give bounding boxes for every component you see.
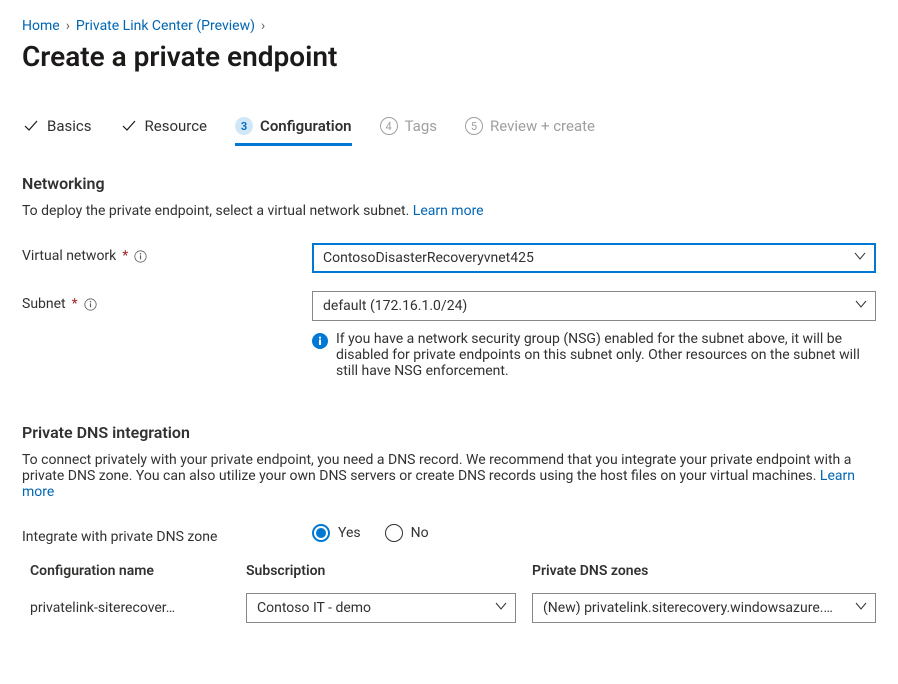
chevron-down-icon [855,298,867,314]
dns-zone-select[interactable]: (New) privatelink.siterecovery.windowsaz… [532,593,876,623]
section-dns-desc: To connect privately with your private e… [22,452,876,500]
required-asterisk: * [122,248,128,264]
col-subscription: Subscription [246,563,516,579]
virtual-network-value: ContosoDisasterRecoveryvnet425 [323,250,534,266]
step-label: Tags [405,117,437,135]
step-label: Basics [47,117,92,135]
virtual-network-select[interactable]: ContosoDisasterRecoveryvnet425 [312,243,876,273]
config-name-value: privatelink-siterecover… [30,600,230,616]
page-title: Create a private endpoint [22,40,876,73]
check-icon [120,117,138,135]
step-number-badge: 4 [380,117,398,135]
dns-table-header: Configuration name Subscription Private … [30,563,876,593]
step-number-badge: 3 [235,117,253,135]
step-tags[interactable]: 4 Tags [380,117,437,145]
section-networking-heading: Networking [22,174,876,193]
integrate-dns-yes[interactable]: Yes [312,524,361,542]
wizard-steps: Basics Resource 3 Configuration 4 Tags 5… [22,117,876,146]
subscription-select[interactable]: Contoso IT - demo [246,593,516,623]
nsg-note: If you have a network security group (NS… [312,331,876,379]
integrate-dns-label: Integrate with private DNS zone [22,524,312,545]
col-config-name: Configuration name [30,563,230,579]
breadcrumb-private-link-center[interactable]: Private Link Center (Preview) [76,18,255,34]
step-basics[interactable]: Basics [22,117,92,145]
section-dns-heading: Private DNS integration [22,423,876,442]
learn-more-networking-link[interactable]: Learn more [413,203,484,219]
info-icon[interactable] [134,250,147,263]
col-dns-zones: Private DNS zones [532,563,876,579]
section-networking-desc: To deploy the private endpoint, select a… [22,203,876,219]
integrate-dns-radio-group: Yes No [312,524,876,542]
chevron-down-icon [495,600,507,616]
subnet-label: Subnet * [22,291,312,312]
step-label: Review + create [490,117,595,135]
step-number-badge: 5 [465,117,483,135]
check-icon [22,117,40,135]
radio-icon [385,524,403,542]
radio-icon [312,524,330,542]
subnet-value: default (172.16.1.0/24) [323,298,467,314]
info-icon[interactable] [84,298,97,311]
step-configuration[interactable]: 3 Configuration [235,117,352,145]
virtual-network-label: Virtual network * [22,243,312,264]
step-review-create[interactable]: 5 Review + create [465,117,595,145]
breadcrumb: Home › Private Link Center (Preview) › [22,18,876,34]
step-resource[interactable]: Resource [120,117,208,145]
chevron-right-icon: › [66,18,70,34]
required-asterisk: * [72,296,78,312]
dns-table-row: privatelink-siterecover… Contoso IT - de… [30,593,876,623]
chevron-right-icon: › [261,18,265,34]
breadcrumb-home[interactable]: Home [22,18,60,34]
integrate-dns-no[interactable]: No [385,524,429,542]
step-label: Configuration [260,117,352,135]
subscription-value: Contoso IT - demo [257,600,371,616]
chevron-down-icon [855,600,867,616]
step-label: Resource [145,117,208,135]
dns-table: Configuration name Subscription Private … [30,563,876,623]
subnet-select[interactable]: default (172.16.1.0/24) [312,291,876,321]
info-icon [312,333,328,349]
dns-zone-value: (New) privatelink.siterecovery.windowsaz… [543,600,833,616]
chevron-down-icon [854,250,866,266]
